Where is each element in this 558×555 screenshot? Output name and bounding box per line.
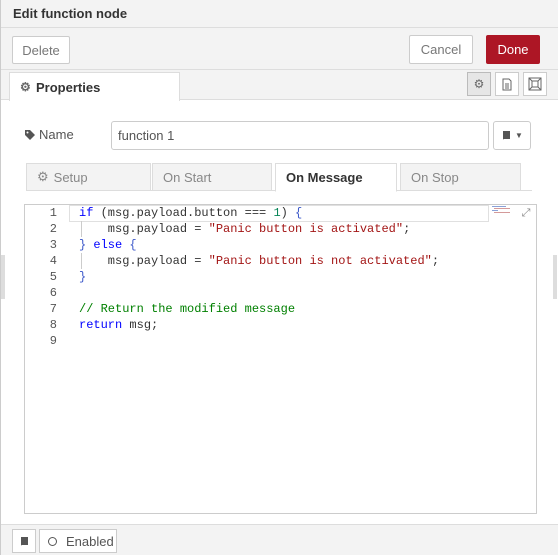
document-icon (502, 78, 512, 90)
enabled-label: Enabled (66, 533, 114, 549)
tray-toolbar (1, 28, 558, 70)
tab-on-message-label: On Message (286, 170, 363, 185)
node-help-button[interactable] (12, 529, 36, 553)
code-line: msg.payload = "Panic button is activated… (79, 222, 411, 236)
description-button[interactable] (495, 72, 519, 96)
tab-on-stop[interactable]: On Stop (400, 163, 521, 191)
tab-on-stop-label: On Stop (411, 169, 459, 185)
code-line: } (79, 270, 87, 284)
resize-handle-left[interactable] (1, 255, 5, 299)
cancel-button[interactable]: Cancel (409, 35, 473, 64)
delete-button[interactable]: Delete (12, 36, 70, 64)
line-number: 9 (49, 334, 57, 348)
enabled-toggle[interactable]: Enabled (39, 529, 117, 553)
code-line: if (msg.payload.button === 1) { (79, 206, 303, 220)
gear-icon: ⚙ (20, 79, 31, 94)
expand-icon[interactable]: ⤢ (520, 207, 532, 219)
code-line: } else { (79, 238, 137, 252)
tab-setup-label: Setup (53, 169, 88, 185)
book-icon (503, 131, 511, 140)
node-properties-button[interactable]: ⚙ (467, 72, 491, 96)
gear-icon: ⚙ (473, 77, 485, 91)
name-input[interactable]: function 1 (111, 121, 489, 150)
line-number: 3 (49, 238, 57, 252)
tray-title: Edit function node (13, 6, 128, 21)
tab-on-message[interactable]: On Message (275, 163, 397, 192)
tray-header: Edit function node (1, 0, 558, 28)
line-number-gutter: 1 2 3 4 5 6 7 8 9 (25, 205, 65, 513)
resize-handle-right[interactable] (553, 255, 557, 299)
code-editor[interactable]: 1 2 3 4 5 6 7 8 9 if (msg.payload.button… (24, 204, 537, 514)
tab-setup[interactable]: ⚙ Setup (26, 163, 151, 191)
name-label-text: Name (39, 127, 74, 142)
line-number: 2 (49, 222, 57, 236)
layout-icon (528, 77, 542, 91)
tab-on-start-label: On Start (163, 169, 212, 185)
appearance-button[interactable] (523, 72, 547, 96)
tag-icon (25, 129, 35, 140)
line-number: 4 (49, 254, 57, 268)
code-line: // Return the modified message (79, 302, 296, 316)
line-number: 5 (49, 270, 57, 284)
line-number: 6 (49, 286, 57, 300)
gear-icon: ⚙ (37, 169, 49, 184)
chevron-down-icon: ▼ (515, 131, 523, 140)
code-line: return msg; (79, 318, 159, 332)
book-icon (20, 536, 28, 546)
line-number: 1 (49, 206, 57, 220)
tab-properties-label: Properties (36, 79, 101, 95)
library-button[interactable]: ▼ (493, 121, 531, 150)
name-field-label: Name (24, 127, 74, 142)
line-number: 8 (49, 318, 57, 332)
tab-properties[interactable]: ⚙ Properties (9, 72, 180, 101)
done-button[interactable]: Done (486, 35, 540, 64)
tab-on-start[interactable]: On Start (152, 163, 272, 191)
line-number: 7 (49, 302, 57, 316)
minimap[interactable] (492, 206, 510, 214)
code-line: msg.payload = "Panic button is not activ… (79, 254, 440, 268)
toggle-circle-icon (48, 536, 57, 546)
edit-tray: Edit function node Delete Cancel Done ⚙ … (0, 0, 558, 555)
